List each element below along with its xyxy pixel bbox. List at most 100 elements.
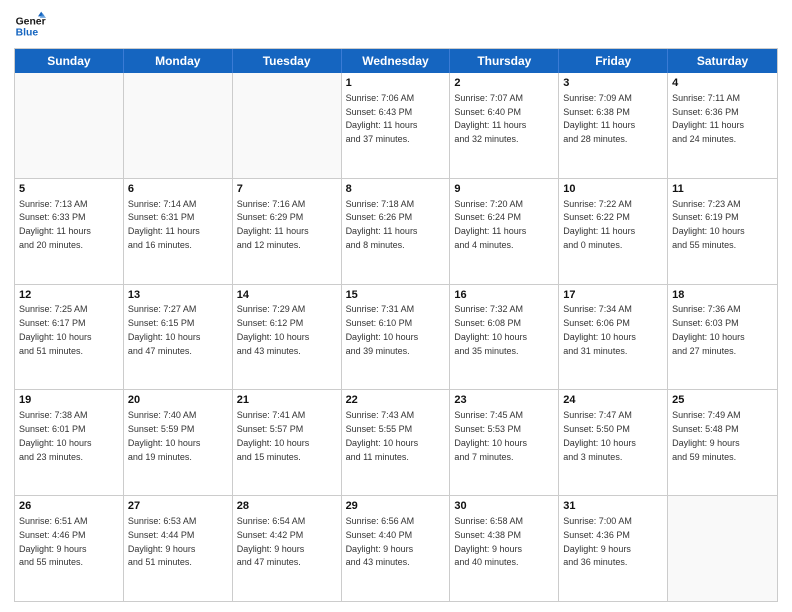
calendar-day-empty xyxy=(124,73,233,178)
calendar-day-24: 24 Sunrise: 7:47 AMSunset: 5:50 PMDayligh… xyxy=(559,390,668,495)
logo-icon: General Blue xyxy=(14,10,46,42)
day-details: Sunrise: 7:47 AMSunset: 5:50 PMDaylight:… xyxy=(563,410,636,461)
weekday-header-monday: Monday xyxy=(124,49,233,73)
day-number: 29 xyxy=(346,499,446,514)
day-details: Sunrise: 7:38 AMSunset: 6:01 PMDaylight:… xyxy=(19,410,92,461)
day-number: 18 xyxy=(672,288,773,303)
day-number: 30 xyxy=(454,499,554,514)
calendar-day-15: 15Sunrise: 7:31 AMSunset: 6:10 PMDayligh… xyxy=(342,285,451,390)
day-details: Sunrise: 7:13 AMSunset: 6:33 PMDaylight:… xyxy=(19,199,91,250)
calendar-day-16: 16Sunrise: 7:32 AMSunset: 6:08 PMDayligh… xyxy=(450,285,559,390)
calendar-day-20: 20 Sunrise: 7:40 AMSunset: 5:59 PMDayligh… xyxy=(124,390,233,495)
day-number: 5 xyxy=(19,182,119,197)
calendar-day-27: 27Sunrise: 6:53 AMSunset: 4:44 PMDayligh… xyxy=(124,496,233,601)
day-details: Sunrise: 6:51 AMSunset: 4:46 PMDaylight:… xyxy=(19,516,88,567)
calendar-day-18: 18Sunrise: 7:36 AMSunset: 6:03 PMDayligh… xyxy=(668,285,777,390)
day-number: 25 xyxy=(672,393,773,408)
calendar-day-3: 3 Sunrise: 7:09 AMSunset: 6:38 PMDaylight… xyxy=(559,73,668,178)
day-details: Sunrise: 7:43 AMSunset: 5:55 PMDaylight:… xyxy=(346,410,419,461)
weekday-header-thursday: Thursday xyxy=(450,49,559,73)
calendar-day-6: 6Sunrise: 7:14 AMSunset: 6:31 PMDaylight… xyxy=(124,179,233,284)
header: General Blue xyxy=(14,10,778,42)
day-details: Sunrise: 7:29 AMSunset: 6:12 PMDaylight:… xyxy=(237,304,310,355)
calendar-day-31: 31 Sunrise: 7:00 AMSunset: 4:36 PMDayligh… xyxy=(559,496,668,601)
day-details: Sunrise: 7:40 AMSunset: 5:59 PMDaylight:… xyxy=(128,410,201,461)
day-number: 1 xyxy=(346,76,446,91)
calendar-day-13: 13Sunrise: 7:27 AMSunset: 6:15 PMDayligh… xyxy=(124,285,233,390)
day-number: 7 xyxy=(237,182,337,197)
weekday-header-saturday: Saturday xyxy=(668,49,777,73)
calendar-day-28: 28 Sunrise: 6:54 AMSunset: 4:42 PMDayligh… xyxy=(233,496,342,601)
day-number: 4 xyxy=(672,76,773,91)
logo: General Blue xyxy=(14,10,46,42)
day-details: Sunrise: 7:25 AMSunset: 6:17 PMDaylight:… xyxy=(19,304,92,355)
day-details: Sunrise: 7:20 AMSunset: 6:24 PMDaylight:… xyxy=(454,199,526,250)
day-details: Sunrise: 7:31 AMSunset: 6:10 PMDaylight:… xyxy=(346,304,419,355)
day-details: Sunrise: 7:07 AMSunset: 6:40 PMDaylight:… xyxy=(454,93,526,144)
calendar-day-23: 23 Sunrise: 7:45 AMSunset: 5:53 PMDayligh… xyxy=(450,390,559,495)
day-details: Sunrise: 6:58 AMSunset: 4:38 PMDaylight:… xyxy=(454,516,523,567)
svg-text:General: General xyxy=(16,16,46,27)
weekday-header-sunday: Sunday xyxy=(15,49,124,73)
weekday-header-wednesday: Wednesday xyxy=(342,49,451,73)
day-details: Sunrise: 7:00 AMSunset: 4:36 PMDaylight:… xyxy=(563,516,632,567)
day-number: 9 xyxy=(454,182,554,197)
calendar-day-21: 21 Sunrise: 7:41 AMSunset: 5:57 PMDayligh… xyxy=(233,390,342,495)
calendar-week-1: 1 Sunrise: 7:06 AMSunset: 6:43 PMDaylight… xyxy=(15,73,777,179)
calendar-week-4: 19 Sunrise: 7:38 AMSunset: 6:01 PMDayligh… xyxy=(15,390,777,496)
day-number: 12 xyxy=(19,288,119,303)
day-details: Sunrise: 7:11 AMSunset: 6:36 PMDaylight:… xyxy=(672,93,744,144)
day-details: Sunrise: 7:41 AMSunset: 5:57 PMDaylight:… xyxy=(237,410,310,461)
calendar-day-empty xyxy=(233,73,342,178)
day-number: 17 xyxy=(563,288,663,303)
day-number: 26 xyxy=(19,499,119,514)
day-details: Sunrise: 7:36 AMSunset: 6:03 PMDaylight:… xyxy=(672,304,745,355)
day-number: 6 xyxy=(128,182,228,197)
day-number: 20 xyxy=(128,393,228,408)
calendar-body: 1 Sunrise: 7:06 AMSunset: 6:43 PMDaylight… xyxy=(15,73,777,601)
day-number: 24 xyxy=(563,393,663,408)
calendar-header: SundayMondayTuesdayWednesdayThursdayFrid… xyxy=(15,49,777,73)
calendar-day-30: 30 Sunrise: 6:58 AMSunset: 4:38 PMDayligh… xyxy=(450,496,559,601)
day-details: Sunrise: 6:54 AMSunset: 4:42 PMDaylight:… xyxy=(237,516,306,567)
calendar: SundayMondayTuesdayWednesdayThursdayFrid… xyxy=(14,48,778,602)
day-number: 11 xyxy=(672,182,773,197)
calendar-day-29: 29 Sunrise: 6:56 AMSunset: 4:40 PMDayligh… xyxy=(342,496,451,601)
day-number: 19 xyxy=(19,393,119,408)
day-number: 21 xyxy=(237,393,337,408)
day-details: Sunrise: 7:06 AMSunset: 6:43 PMDaylight:… xyxy=(346,93,418,144)
day-number: 16 xyxy=(454,288,554,303)
day-details: Sunrise: 7:34 AMSunset: 6:06 PMDaylight:… xyxy=(563,304,636,355)
day-details: Sunrise: 6:56 AMSunset: 4:40 PMDaylight:… xyxy=(346,516,415,567)
day-number: 10 xyxy=(563,182,663,197)
calendar-day-26: 26 Sunrise: 6:51 AMSunset: 4:46 PMDayligh… xyxy=(15,496,124,601)
day-details: Sunrise: 7:18 AMSunset: 6:26 PMDaylight:… xyxy=(346,199,418,250)
calendar-day-2: 2Sunrise: 7:07 AMSunset: 6:40 PMDaylight… xyxy=(450,73,559,178)
day-details: Sunrise: 6:53 AMSunset: 4:44 PMDaylight:… xyxy=(128,516,197,567)
day-details: Sunrise: 7:09 AMSunset: 6:38 PMDaylight:… xyxy=(563,93,635,144)
day-number: 13 xyxy=(128,288,228,303)
calendar-day-1: 1 Sunrise: 7:06 AMSunset: 6:43 PMDaylight… xyxy=(342,73,451,178)
calendar-day-11: 11Sunrise: 7:23 AMSunset: 6:19 PMDayligh… xyxy=(668,179,777,284)
svg-text:Blue: Blue xyxy=(16,28,39,39)
calendar-day-19: 19 Sunrise: 7:38 AMSunset: 6:01 PMDayligh… xyxy=(15,390,124,495)
calendar-day-25: 25Sunrise: 7:49 AMSunset: 5:48 PMDayligh… xyxy=(668,390,777,495)
calendar-day-7: 7Sunrise: 7:16 AMSunset: 6:29 PMDaylight… xyxy=(233,179,342,284)
day-number: 28 xyxy=(237,499,337,514)
day-details: Sunrise: 7:22 AMSunset: 6:22 PMDaylight:… xyxy=(563,199,635,250)
day-number: 14 xyxy=(237,288,337,303)
day-number: 8 xyxy=(346,182,446,197)
calendar-day-4: 4 Sunrise: 7:11 AMSunset: 6:36 PMDaylight… xyxy=(668,73,777,178)
day-details: Sunrise: 7:27 AMSunset: 6:15 PMDaylight:… xyxy=(128,304,201,355)
calendar-day-9: 9 Sunrise: 7:20 AMSunset: 6:24 PMDaylight… xyxy=(450,179,559,284)
day-number: 22 xyxy=(346,393,446,408)
day-number: 23 xyxy=(454,393,554,408)
day-details: Sunrise: 7:45 AMSunset: 5:53 PMDaylight:… xyxy=(454,410,527,461)
calendar-day-17: 17Sunrise: 7:34 AMSunset: 6:06 PMDayligh… xyxy=(559,285,668,390)
day-number: 31 xyxy=(563,499,663,514)
calendar-day-empty xyxy=(15,73,124,178)
calendar-day-22: 22 Sunrise: 7:43 AMSunset: 5:55 PMDayligh… xyxy=(342,390,451,495)
day-number: 3 xyxy=(563,76,663,91)
calendar-day-8: 8 Sunrise: 7:18 AMSunset: 6:26 PMDaylight… xyxy=(342,179,451,284)
calendar-week-2: 5 Sunrise: 7:13 AMSunset: 6:33 PMDaylight… xyxy=(15,179,777,285)
